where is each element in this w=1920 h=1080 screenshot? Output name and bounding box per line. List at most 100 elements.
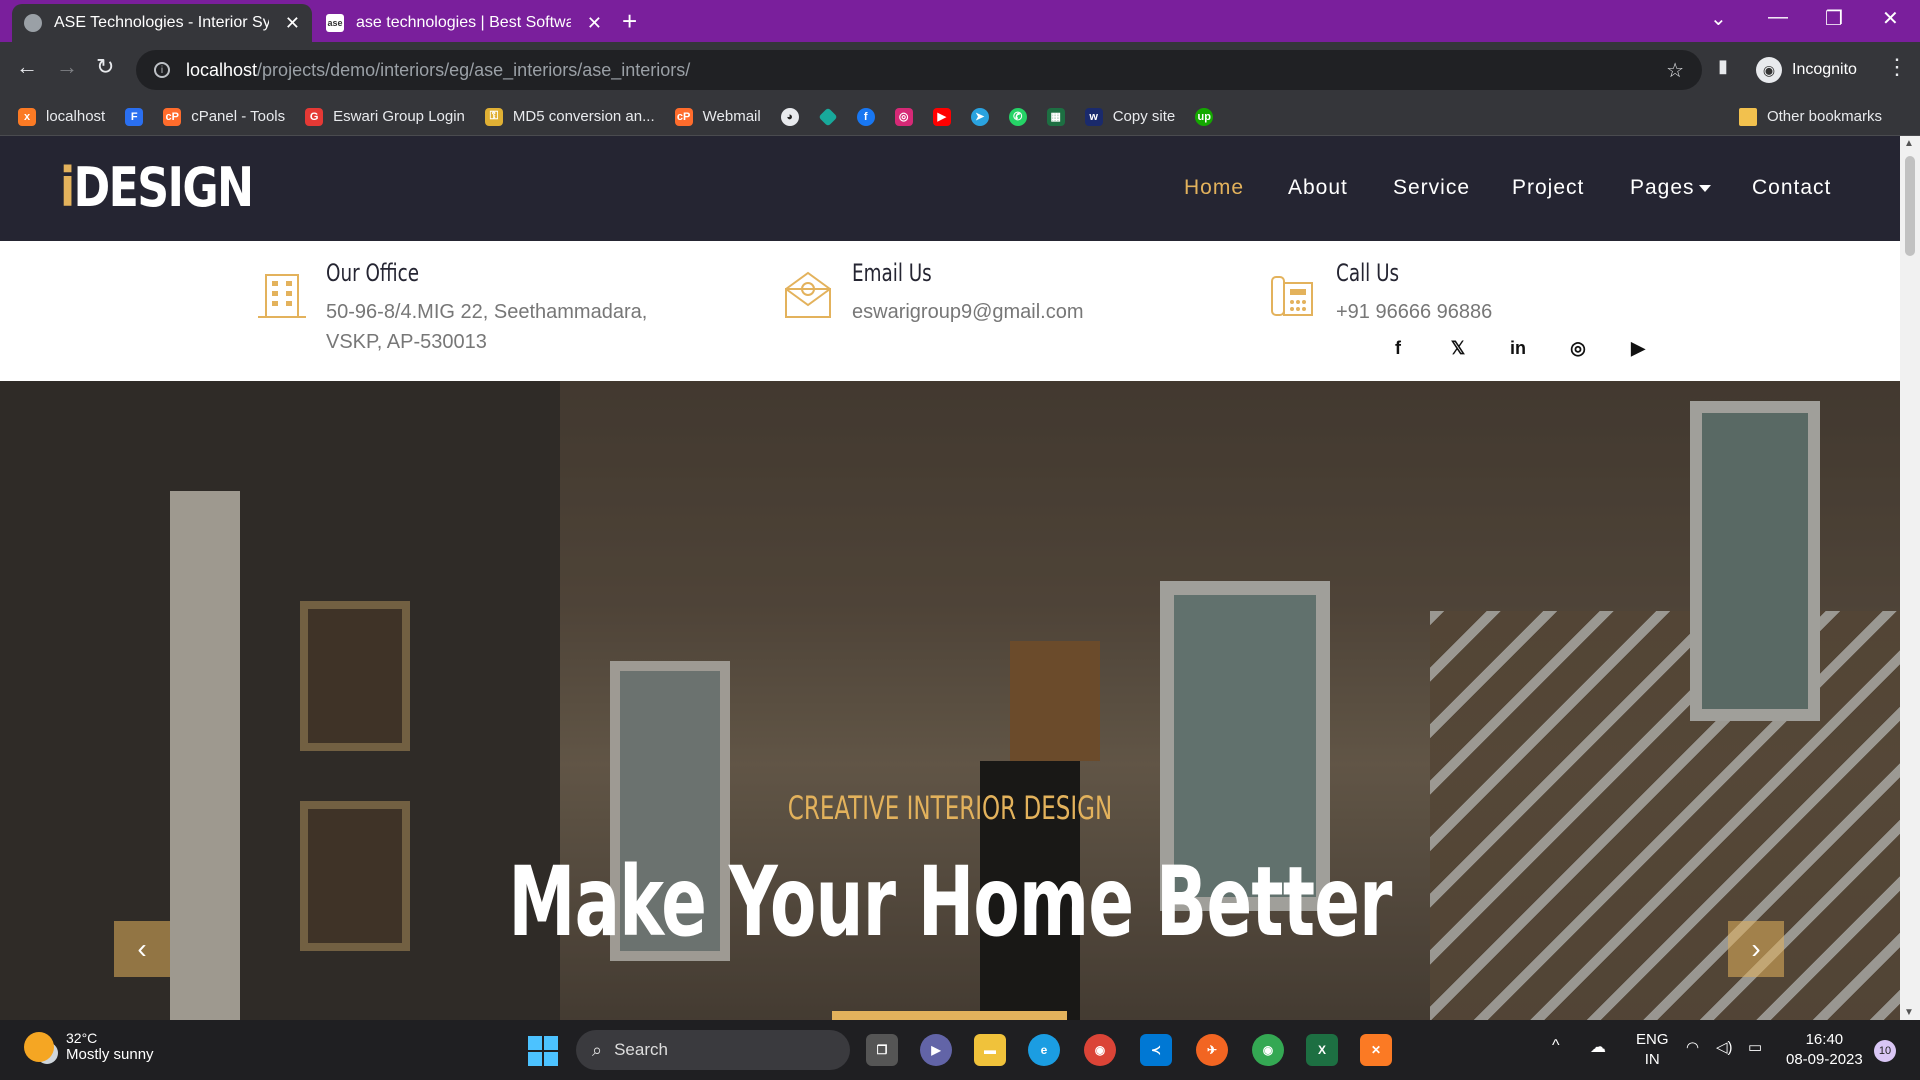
weather-desc: Mostly sunny: [66, 1046, 154, 1063]
bookmark-label: MD5 conversion an...: [512, 108, 655, 125]
bookmark-md5[interactable]: ⚿ MD5 conversion an...: [484, 107, 655, 126]
tab-title: ase technologies | Best Software: [356, 14, 571, 31]
nav-about[interactable]: About: [1288, 176, 1348, 200]
bookmark-eswari-login[interactable]: G Eswari Group Login: [305, 107, 465, 126]
page-viewport: iDESIGN Home About Service Project Pages…: [0, 136, 1920, 1020]
instagram-icon[interactable]: ◎: [1548, 338, 1608, 359]
phone-number[interactable]: +91 96666 96886: [1336, 297, 1492, 327]
file-explorer-icon[interactable]: ▬: [974, 1034, 1006, 1066]
cpanel-icon: cP: [163, 107, 182, 126]
linkedin-icon[interactable]: in: [1488, 338, 1548, 359]
teams-icon[interactable]: ▶: [920, 1034, 952, 1066]
carousel-next-button[interactable]: ›: [1728, 921, 1784, 977]
nav-service[interactable]: Service: [1393, 176, 1470, 200]
chrome-icon[interactable]: ◉: [1084, 1034, 1116, 1066]
bookmark-whatsapp[interactable]: ✆: [1008, 107, 1027, 126]
github-icon: ◕: [780, 107, 799, 126]
profile-label: Incognito: [1792, 61, 1857, 78]
scroll-up-icon[interactable]: ▲: [1904, 138, 1914, 149]
xampp-icon[interactable]: ✕: [1360, 1034, 1392, 1066]
taskbar-search[interactable]: ⌕ Search: [576, 1030, 850, 1070]
new-tab-icon[interactable]: +: [622, 6, 637, 37]
nav-contact[interactable]: Contact: [1752, 176, 1831, 200]
bookmark-f[interactable]: F: [125, 107, 144, 126]
weather-widget[interactable]: 32°C Mostly sunny: [24, 1030, 154, 1063]
minimize-icon[interactable]: —: [1768, 6, 1788, 29]
ase-logo-icon: ase: [326, 14, 344, 32]
edge-icon[interactable]: e: [1028, 1034, 1060, 1066]
chrome-incognito-icon[interactable]: ◉: [1252, 1034, 1284, 1066]
bookmark-label: Other bookmarks: [1766, 108, 1882, 125]
youtube-icon[interactable]: ▶: [1608, 338, 1668, 359]
language-indicator[interactable]: ENG IN: [1636, 1030, 1669, 1070]
postman-icon[interactable]: ✈: [1196, 1034, 1228, 1066]
scrollbar-thumb[interactable]: [1905, 156, 1915, 256]
wifi-icon[interactable]: ◠: [1686, 1038, 1699, 1058]
bookmark-cpanel[interactable]: cP cPanel - Tools: [163, 107, 286, 126]
bookmark-telegram[interactable]: ➤: [970, 107, 989, 126]
site-info-icon[interactable]: i: [154, 62, 170, 78]
email-block: Email Us eswarigroup9@gmail.com: [782, 259, 1084, 327]
address-bar[interactable]: i localhost/projects/demo/interiors/eg/a…: [136, 50, 1702, 90]
vscode-icon[interactable]: ≺: [1140, 1034, 1172, 1066]
restore-icon[interactable]: ❐: [1825, 6, 1843, 31]
e-icon: G: [305, 107, 324, 126]
bookmark-star-icon[interactable]: ☆: [1666, 58, 1684, 83]
bookmark-webmail[interactable]: cP Webmail: [674, 107, 761, 126]
close-tab-icon[interactable]: ✕: [285, 13, 300, 34]
search-icon: ⌕: [592, 1039, 603, 1060]
facebook-icon[interactable]: f: [1368, 338, 1428, 359]
nav-pages[interactable]: Pages: [1630, 176, 1711, 200]
tray-expand-icon[interactable]: ^: [1552, 1036, 1560, 1056]
onedrive-icon[interactable]: ☁: [1590, 1038, 1606, 1058]
menu-kebab-icon[interactable]: ⋮: [1886, 54, 1908, 80]
chevron-left-icon: ‹: [137, 933, 147, 964]
bookmark-label: Eswari Group Login: [333, 108, 465, 125]
diamond-icon: [818, 106, 838, 127]
battery-icon[interactable]: ▭: [1748, 1038, 1762, 1058]
bookmark-facebook[interactable]: f: [856, 107, 875, 126]
windows-start-icon[interactable]: [528, 1036, 558, 1066]
office-title: Our Office: [326, 259, 420, 287]
bookmark-copy-site[interactable]: w Copy site: [1084, 107, 1175, 126]
clock[interactable]: 16:40 08-09-2023: [1786, 1030, 1863, 1070]
nav-home[interactable]: Home: [1184, 176, 1244, 200]
bookmark-sheet[interactable]: ▦: [1046, 107, 1065, 126]
bookmark-other[interactable]: Other bookmarks: [1738, 107, 1882, 126]
nav-project[interactable]: Project: [1512, 176, 1584, 200]
volume-icon[interactable]: ◁): [1716, 1038, 1733, 1058]
incognito-icon: ◉: [1756, 57, 1782, 83]
chevron-right-icon: ›: [1751, 933, 1761, 964]
side-panel-icon[interactable]: ▮: [1718, 56, 1728, 77]
bookmark-youtube[interactable]: ▶: [932, 107, 951, 126]
call-block: Call Us +91 96666 96886: [1266, 259, 1492, 327]
bookmark-instagram[interactable]: ◎: [894, 107, 913, 126]
profile-button[interactable]: ◉ Incognito: [1756, 50, 1857, 90]
tab-ase-technologies[interactable]: ASE Technologies - Interior Syste ✕: [12, 4, 312, 42]
site-logo[interactable]: iDESIGN: [60, 156, 254, 219]
back-icon[interactable]: ←: [16, 54, 38, 80]
bookmark-diamond[interactable]: [818, 106, 838, 127]
close-window-icon[interactable]: ✕: [1882, 6, 1899, 31]
bookmark-label: cPanel - Tools: [191, 108, 286, 125]
excel-icon[interactable]: X: [1306, 1034, 1338, 1066]
site-navbar: iDESIGN Home About Service Project Pages…: [0, 136, 1900, 241]
hero-cta-bar[interactable]: [832, 1011, 1067, 1020]
email-address[interactable]: eswarigroup9@gmail.com: [852, 297, 1084, 327]
reload-icon[interactable]: ↻: [96, 54, 114, 80]
close-tab-icon[interactable]: ✕: [587, 13, 602, 34]
twitter-icon[interactable]: 𝕏: [1428, 338, 1488, 359]
carousel-prev-button[interactable]: ‹: [114, 921, 170, 977]
bookmark-upwork[interactable]: up: [1195, 107, 1214, 126]
browser-toolbar: ← → ↻ i localhost/projects/demo/interior…: [0, 42, 1920, 98]
bookmark-github[interactable]: ◕: [780, 107, 799, 126]
task-view-icon[interactable]: ❐: [866, 1034, 898, 1066]
forward-icon[interactable]: →: [56, 54, 78, 80]
notification-badge[interactable]: 10: [1874, 1040, 1896, 1062]
tab-search-icon[interactable]: ⌄: [1710, 6, 1727, 31]
youtube-icon: ▶: [932, 107, 951, 126]
page-scrollbar[interactable]: ▲ ▼: [1900, 136, 1920, 1020]
scroll-down-icon[interactable]: ▼: [1904, 1007, 1914, 1018]
tab-ase-software[interactable]: ase ase technologies | Best Software ✕: [314, 4, 614, 42]
bookmark-localhost[interactable]: x localhost: [18, 107, 105, 126]
